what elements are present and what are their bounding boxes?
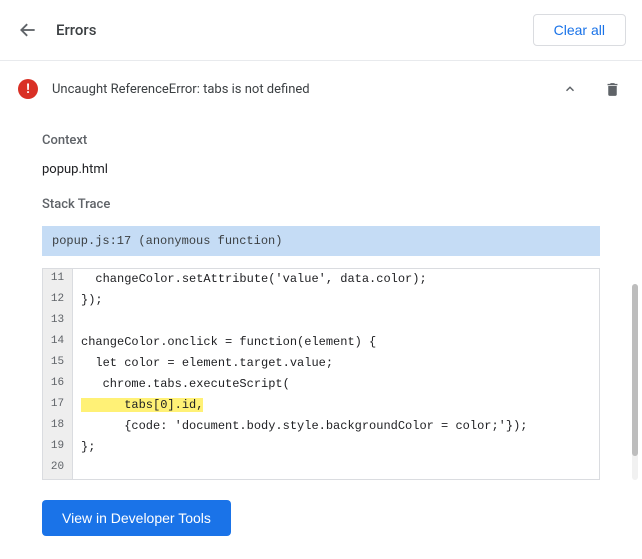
- line-content: tabs[0].id,: [73, 395, 599, 416]
- clear-all-button[interactable]: Clear all: [533, 14, 626, 46]
- back-button[interactable]: [16, 18, 40, 42]
- stack-trace-location[interactable]: popup.js:17 (anonymous function): [42, 226, 600, 256]
- code-line: 14changeColor.onclick = function(element…: [43, 332, 599, 353]
- line-content: [73, 311, 599, 332]
- trash-icon: [604, 81, 621, 98]
- scrollbar-thumb[interactable]: [632, 284, 638, 456]
- header: Errors Clear all: [0, 0, 642, 61]
- page-title: Errors: [56, 21, 533, 39]
- error-title: Uncaught ReferenceError: tabs is not def…: [52, 82, 558, 97]
- line-content: [73, 458, 599, 479]
- highlighted-code: tabs[0].id,: [81, 398, 203, 412]
- line-content: });: [73, 290, 599, 311]
- code-snippet: 11 changeColor.setAttribute('value', dat…: [42, 268, 600, 480]
- collapse-button[interactable]: [558, 77, 582, 101]
- code-line: 12});: [43, 290, 599, 311]
- context-value: popup.html: [42, 162, 600, 177]
- line-number: 12: [43, 290, 73, 311]
- code-line: 20: [43, 458, 599, 479]
- line-number: 15: [43, 353, 73, 374]
- line-number: 16: [43, 374, 73, 395]
- code-line: 11 changeColor.setAttribute('value', dat…: [43, 269, 599, 290]
- code-line: 16 chrome.tabs.executeScript(: [43, 374, 599, 395]
- line-content: };: [73, 437, 599, 458]
- error-header[interactable]: ! Uncaught ReferenceError: tabs is not d…: [0, 61, 642, 113]
- code-line: 19};: [43, 437, 599, 458]
- line-content: {code: 'document.body.style.backgroundCo…: [73, 416, 599, 437]
- line-content: chrome.tabs.executeScript(: [73, 374, 599, 395]
- code-line: 13: [43, 311, 599, 332]
- line-number: 19: [43, 437, 73, 458]
- code-line: 15 let color = element.target.value;: [43, 353, 599, 374]
- line-number: 20: [43, 458, 73, 479]
- line-number: 18: [43, 416, 73, 437]
- line-number: 13: [43, 311, 73, 332]
- stack-trace-label: Stack Trace: [42, 197, 600, 212]
- context-label: Context: [42, 133, 600, 148]
- code-line: 17 tabs[0].id,: [43, 395, 599, 416]
- line-content: changeColor.onclick = function(element) …: [73, 332, 599, 353]
- line-number: 14: [43, 332, 73, 353]
- line-number: 11: [43, 269, 73, 290]
- chevron-up-icon: [563, 82, 577, 96]
- delete-button[interactable]: [600, 77, 624, 101]
- error-icon: !: [18, 79, 38, 99]
- error-item: ! Uncaught ReferenceError: tabs is not d…: [0, 61, 642, 536]
- line-content: changeColor.setAttribute('value', data.c…: [73, 269, 599, 290]
- line-number: 17: [43, 395, 73, 416]
- line-content: let color = element.target.value;: [73, 353, 599, 374]
- view-devtools-button[interactable]: View in Developer Tools: [42, 500, 231, 536]
- code-line: 18 {code: 'document.body.style.backgroun…: [43, 416, 599, 437]
- arrow-left-icon: [18, 20, 38, 40]
